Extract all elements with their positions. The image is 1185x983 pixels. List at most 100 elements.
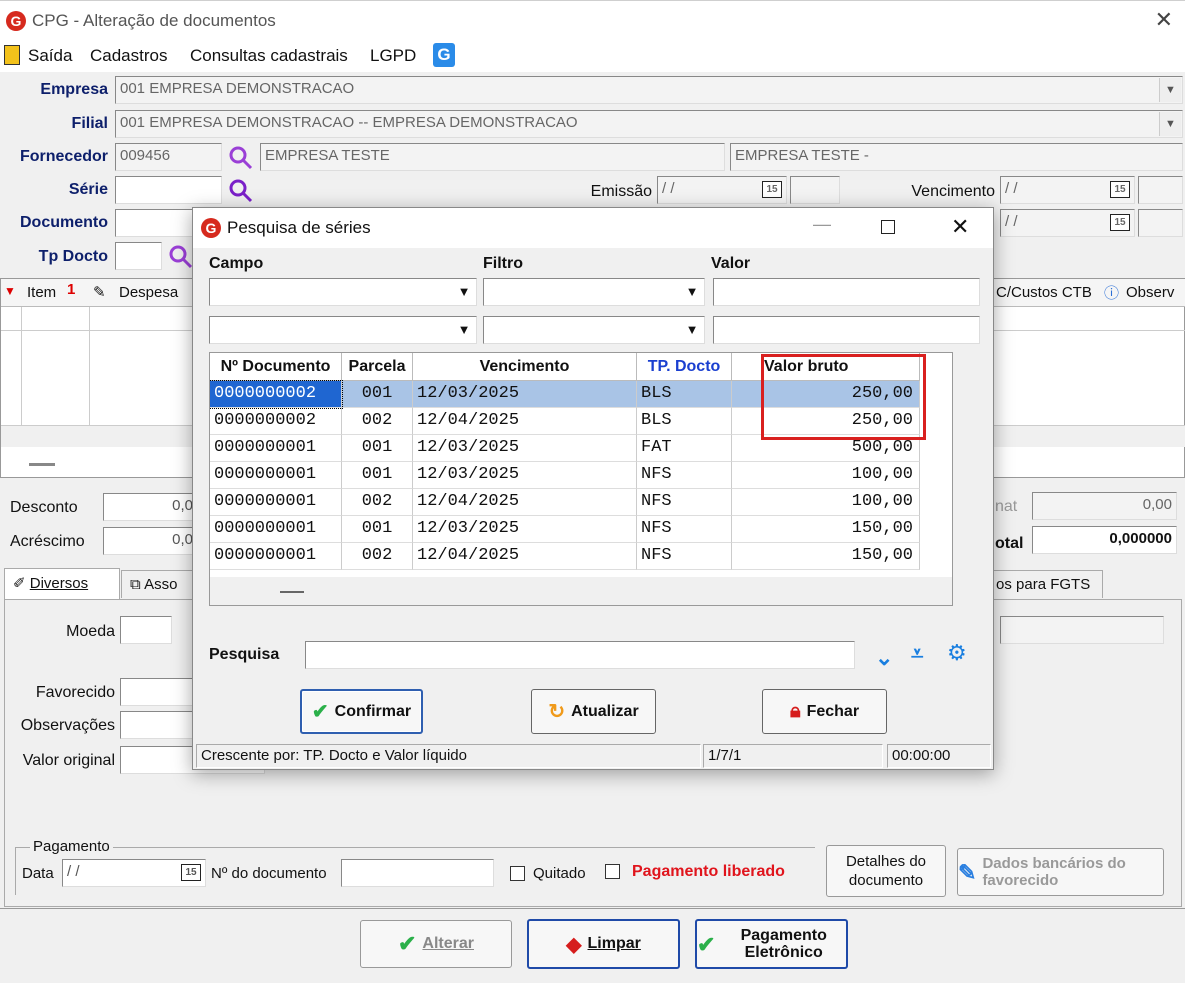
- confirmar-button[interactable]: ✔ Confirmar: [300, 689, 423, 734]
- sort-arrow-icon: ▼: [4, 284, 16, 298]
- data-field[interactable]: / /15: [62, 859, 206, 887]
- pagamento-eletronico-button[interactable]: ✔ Pagamento Eletrônico: [695, 919, 848, 969]
- pesquisa-input[interactable]: [305, 641, 855, 669]
- filial-select[interactable]: 001 EMPRESA DEMONSTRACAO -- EMPRESA DEMO…: [115, 110, 1183, 138]
- emissao-extra-field: [790, 176, 840, 204]
- table-cell: 150,00: [732, 543, 920, 570]
- chevron-down-icon[interactable]: ▼: [453, 280, 475, 304]
- pen-icon: ✎: [958, 859, 977, 885]
- search-icon[interactable]: [228, 145, 254, 171]
- go-last-icon[interactable]: ⩡: [911, 641, 923, 667]
- col-tpdocto[interactable]: TP. Docto: [637, 353, 732, 381]
- alterar-button[interactable]: ✔ Alterar: [360, 920, 512, 968]
- filial-label: Filial: [71, 115, 108, 132]
- table-row[interactable]: 0000000001 002 12/04/2025 NFS 150,00: [210, 543, 920, 570]
- total-field: 0,000000: [1032, 526, 1177, 554]
- documento-label: Documento: [20, 214, 108, 231]
- calendar-icon[interactable]: 15: [762, 181, 782, 198]
- col-ccustos[interactable]: C/Custos CTB: [996, 284, 1092, 301]
- col-despesa[interactable]: Despesa: [119, 284, 178, 301]
- campo-select-2[interactable]: ▼: [209, 316, 477, 344]
- menu-consultas[interactable]: Consultas cadastrais: [190, 46, 348, 66]
- acrescimo-field[interactable]: 0,0: [103, 527, 198, 555]
- ndoc-field[interactable]: [341, 859, 494, 887]
- table-cell: 12/03/2025: [413, 516, 637, 543]
- filtro-label: Filtro: [483, 255, 523, 272]
- chevron-double-down-icon[interactable]: ⌄: [875, 645, 893, 671]
- col-ndocumento[interactable]: Nº Documento: [210, 353, 342, 381]
- menu-cadastros[interactable]: Cadastros: [90, 46, 167, 66]
- emissao-field[interactable]: / /15: [657, 176, 787, 204]
- expense-icon: ✎: [93, 284, 106, 301]
- total-label: otal: [995, 535, 1024, 552]
- pencil-icon: ✐: [13, 575, 26, 592]
- tpdocto-field[interactable]: [115, 242, 162, 270]
- atualizar-button[interactable]: ↻ Atualizar: [531, 689, 656, 734]
- maximize-icon[interactable]: [881, 220, 895, 234]
- liberado-checkbox[interactable]: [605, 864, 620, 879]
- table-cell: 150,00: [732, 516, 920, 543]
- filtro-select-2[interactable]: ▼: [483, 316, 705, 344]
- campo-select-1[interactable]: ▼: [209, 278, 477, 306]
- empresa-select[interactable]: 001 EMPRESA DEMONSTRACAO ▼: [115, 76, 1183, 104]
- serie-field[interactable]: [115, 176, 222, 204]
- col-vencimento[interactable]: Vencimento: [413, 353, 637, 381]
- valor-input-1[interactable]: [713, 278, 980, 306]
- vencimento-field[interactable]: / /15: [1000, 176, 1135, 204]
- table-row[interactable]: 0000000001 001 12/03/2025 NFS 100,00: [210, 462, 920, 489]
- fechar-button[interactable]: 🔒︎ Fechar: [762, 689, 887, 734]
- table-cell: 002: [342, 408, 413, 435]
- status-count: 1/7/1: [703, 744, 883, 768]
- table-row[interactable]: 0000000001 002 12/04/2025 NFS 100,00: [210, 489, 920, 516]
- calendar-icon[interactable]: 15: [1110, 214, 1130, 231]
- table-cell: 12/04/2025: [413, 408, 637, 435]
- quitado-checkbox[interactable]: [510, 866, 525, 881]
- col-observ[interactable]: Observ: [1126, 284, 1174, 301]
- chevron-down-icon[interactable]: ▼: [453, 318, 475, 342]
- help-g-icon[interactable]: G: [433, 43, 455, 67]
- menu-saida[interactable]: Saída: [28, 46, 72, 66]
- horizontal-scroll-handle[interactable]: [280, 591, 304, 593]
- desconto-field[interactable]: 0,0: [103, 493, 198, 521]
- check-icon: ✔: [397, 931, 417, 956]
- tab-diversos[interactable]: ✐ Diversos: [4, 568, 120, 600]
- calendar-icon[interactable]: 15: [1110, 181, 1130, 198]
- close-icon[interactable]: ✕: [951, 214, 969, 240]
- table-cell: 0000000002: [210, 408, 342, 435]
- chevron-down-icon[interactable]: ▼: [1159, 78, 1181, 102]
- col-parcela[interactable]: Parcela: [342, 353, 413, 381]
- chevron-down-icon[interactable]: ▼: [681, 318, 703, 342]
- table-cell: BLS: [637, 381, 732, 408]
- valor-input-2[interactable]: [713, 316, 980, 344]
- dados-bancarios-button[interactable]: ✎ Dados bancários do favorecido: [957, 848, 1164, 896]
- dialog-title: Pesquisa de séries: [227, 218, 371, 237]
- minimize-icon[interactable]: —: [813, 214, 831, 235]
- table-row[interactable]: 0000000001 001 12/03/2025 NFS 150,00: [210, 516, 920, 543]
- moeda-field[interactable]: [120, 616, 172, 644]
- table-cell: 002: [342, 543, 413, 570]
- gear-icon[interactable]: ⚙: [947, 640, 967, 666]
- close-window-icon[interactable]: ✕: [1155, 7, 1173, 33]
- fornecedor-name2-field: EMPRESA TESTE -: [730, 143, 1183, 171]
- search-icon[interactable]: [168, 244, 194, 270]
- limpar-button[interactable]: ◆ Limpar: [527, 919, 680, 969]
- scroll-handle[interactable]: [29, 463, 55, 466]
- favorecido-field[interactable]: [120, 678, 195, 706]
- tab-fgts[interactable]: os para FGTS: [988, 570, 1103, 598]
- tab-assoc[interactable]: ⧉ Asso: [121, 570, 201, 598]
- fornecedor-code-field[interactable]: 009456: [115, 143, 222, 171]
- search-icon[interactable]: [228, 178, 254, 204]
- detalhes-button[interactable]: Detalhes do documento: [826, 845, 946, 897]
- menu-bar: Saída Cadastros Consultas cadastrais LGP…: [0, 40, 1185, 72]
- vencimento2-field[interactable]: / /15: [1000, 209, 1135, 237]
- chevron-down-icon[interactable]: ▼: [681, 280, 703, 304]
- table-cell: 0000000001: [210, 435, 342, 462]
- chevron-down-icon[interactable]: ▼: [1159, 112, 1181, 136]
- filtro-select-1[interactable]: ▼: [483, 278, 705, 306]
- menu-lgpd[interactable]: LGPD: [370, 46, 416, 66]
- observacoes-field[interactable]: [120, 711, 195, 739]
- col-item[interactable]: Item: [27, 284, 56, 301]
- calendar-icon[interactable]: 15: [181, 864, 201, 881]
- window-title: CPG - Alteração de documentos: [32, 11, 276, 30]
- fornecedor-label: Fornecedor: [19, 148, 108, 165]
